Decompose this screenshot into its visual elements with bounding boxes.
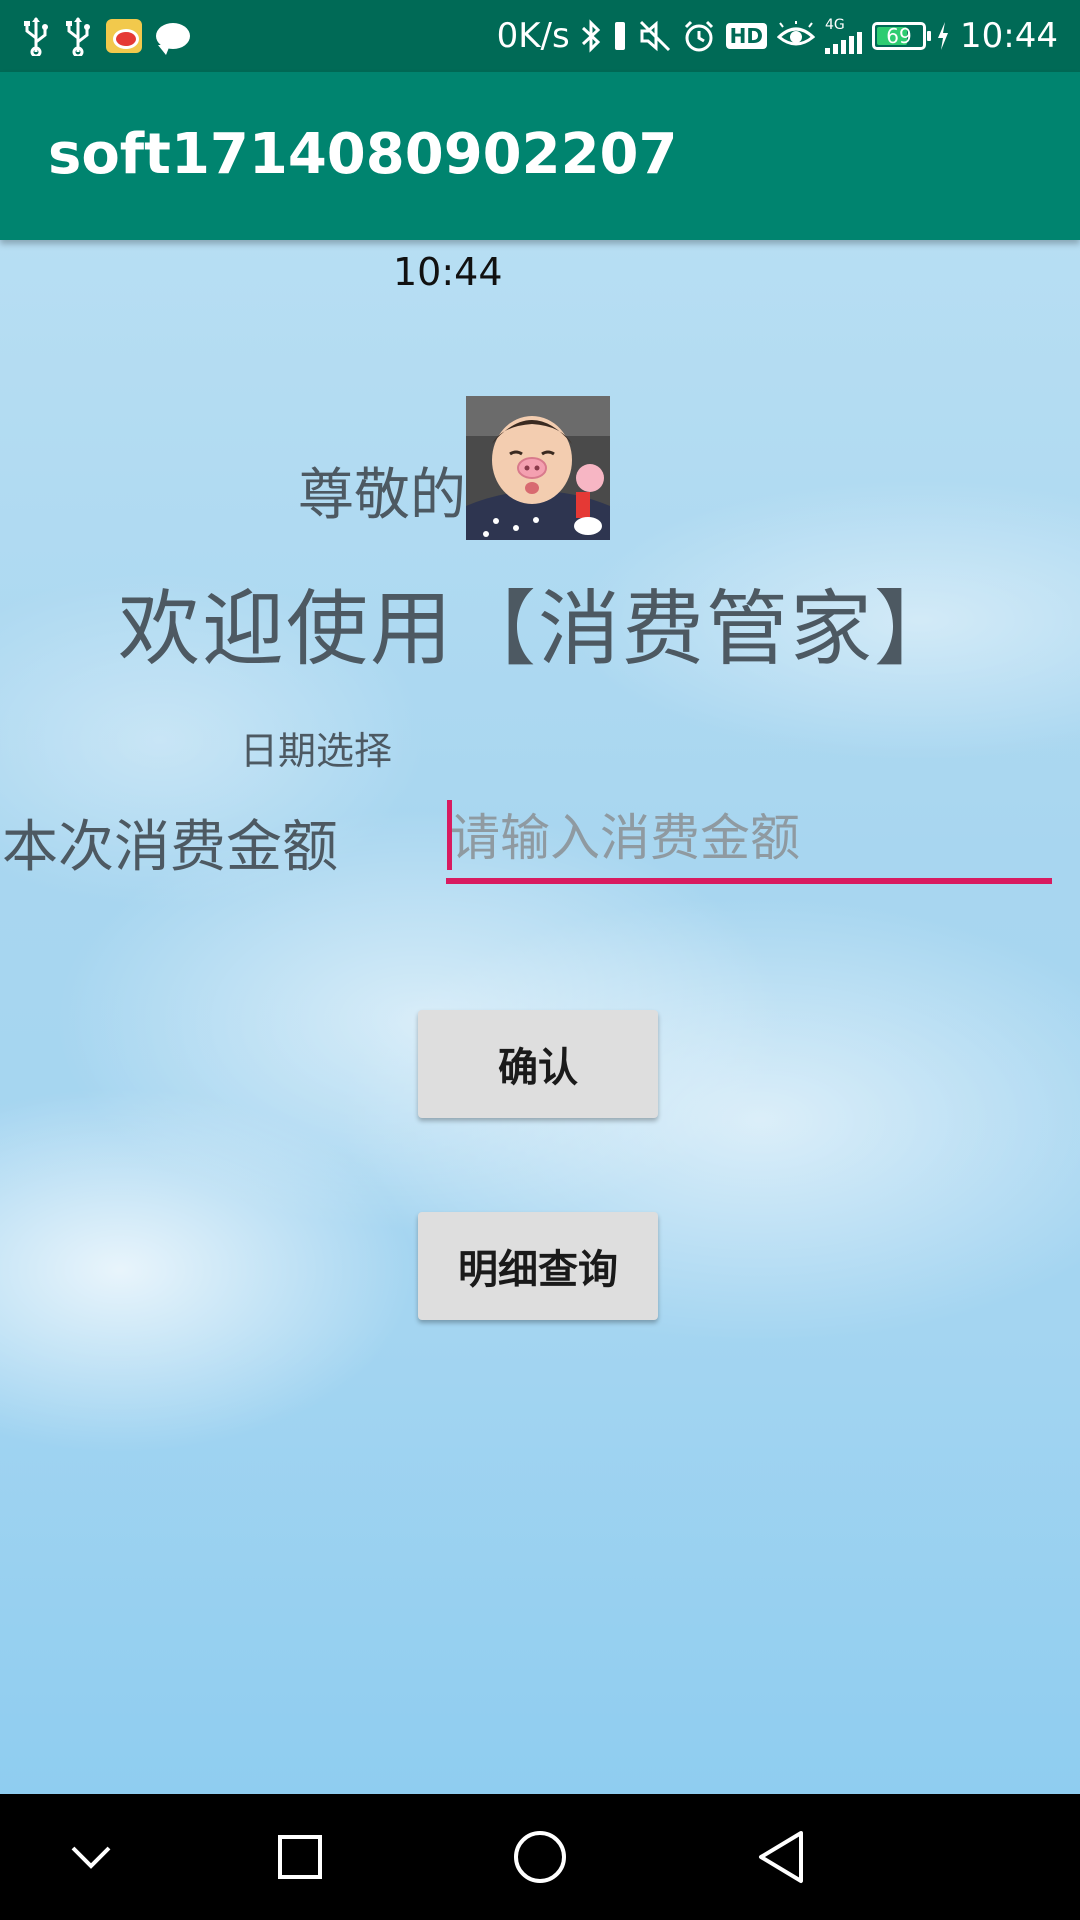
chat-icon [156, 23, 190, 55]
app-bar: soft1714080902207 [0, 72, 1080, 240]
chevron-down-icon[interactable] [56, 1822, 126, 1892]
status-right-area: 0K/s HD 4G 69 10:44 [497, 10, 1058, 62]
time-display: 10:44 [393, 250, 503, 294]
weibo-icon [106, 19, 142, 53]
usb-icon [22, 16, 50, 56]
confirm-button[interactable]: 确认 [418, 1010, 658, 1118]
navigation-bar [0, 1794, 1080, 1920]
mute-icon [638, 19, 672, 53]
app-title: soft1714080902207 [48, 122, 678, 187]
hd-icon: HD [725, 23, 768, 49]
eye-comfort-icon [777, 21, 816, 51]
vibrate-icon [612, 18, 628, 54]
main-content: 10:44 尊敬的 欢迎使用【消费管家】 日期选择 本次消费金额 请输入消费金额… [0, 240, 1080, 1794]
welcome-title: 欢迎使用【消费管家】 [118, 582, 959, 677]
usb-icon [64, 16, 92, 56]
date-picker-link[interactable]: 日期选择 [240, 720, 392, 775]
avatar-photo [466, 396, 610, 540]
app-screen: 0K/s HD 4G 69 10:44 soft1714080902207 10… [0, 0, 1080, 1920]
signal-icon: 4G [825, 17, 863, 54]
network-type: 4G [825, 17, 845, 33]
amount-input[interactable] [446, 798, 1052, 884]
status-time: 10:44 [960, 16, 1058, 56]
charging-icon [936, 21, 950, 51]
avatar [466, 396, 610, 540]
battery-level: 69 [886, 24, 912, 48]
recents-square-icon[interactable] [265, 1822, 335, 1892]
status-bar: 0K/s HD 4G 69 10:44 [0, 0, 1080, 72]
home-circle-icon[interactable] [505, 1822, 575, 1892]
greeting-text: 尊敬的 [298, 463, 466, 528]
back-triangle-icon[interactable] [746, 1822, 816, 1892]
bluetooth-icon [580, 18, 602, 54]
alarm-icon [682, 19, 716, 53]
net-speed: 0K/s [496, 16, 570, 56]
status-left-icons [22, 14, 190, 58]
detail-query-button[interactable]: 明细查询 [418, 1212, 658, 1320]
text-cursor [447, 800, 452, 870]
battery-icon: 69 [872, 22, 932, 50]
amount-label: 本次消费金额 [2, 815, 338, 880]
